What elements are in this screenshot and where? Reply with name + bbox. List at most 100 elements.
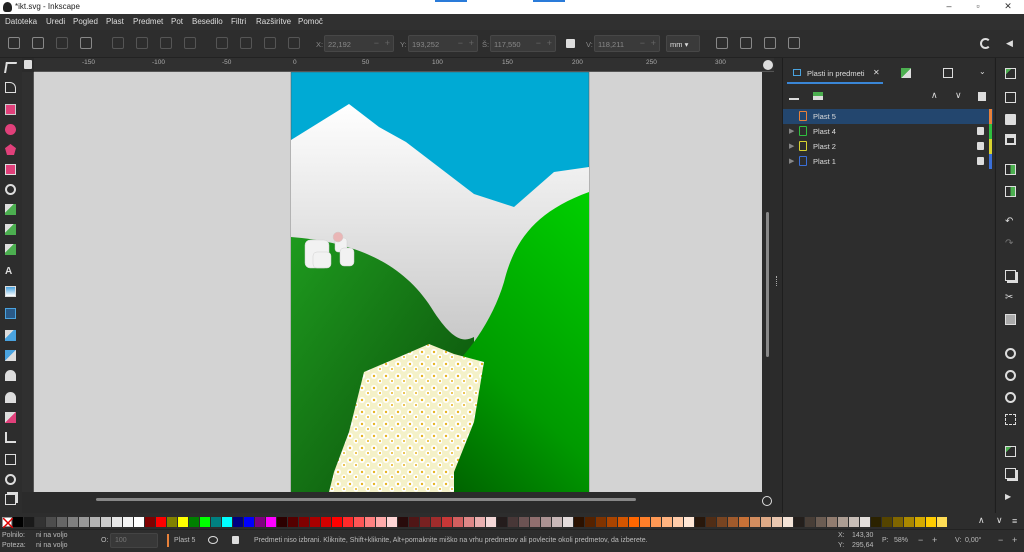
menu-layer[interactable]: Plast — [106, 17, 124, 26]
color-swatch[interactable] — [904, 517, 914, 527]
vertical-scrollbar[interactable] — [762, 72, 774, 492]
color-swatch[interactable] — [530, 517, 540, 527]
color-swatch[interactable] — [607, 517, 617, 527]
menu-text[interactable]: Besedilo — [192, 17, 223, 26]
select-all-icon[interactable] — [8, 37, 20, 49]
horizontal-scrollbar[interactable] — [34, 492, 762, 504]
spray-tool-icon[interactable] — [5, 392, 16, 403]
flip-horizontal-icon[interactable] — [160, 37, 172, 49]
color-swatch[interactable] — [794, 517, 804, 527]
flip-vertical-icon[interactable] — [184, 37, 196, 49]
raise-to-top-icon[interactable] — [216, 37, 228, 49]
color-swatch[interactable] — [68, 517, 78, 527]
mesh-tool-icon[interactable] — [5, 308, 16, 319]
export-icon[interactable] — [1005, 186, 1016, 197]
zoom-page-width-icon[interactable] — [1005, 414, 1016, 425]
color-swatch[interactable] — [123, 517, 133, 527]
color-swatch[interactable] — [321, 517, 331, 527]
color-swatch[interactable] — [398, 517, 408, 527]
zoom-value[interactable]: 58% — [894, 537, 908, 544]
paste-icon[interactable] — [1005, 314, 1016, 325]
zoom-corner-icon[interactable] — [763, 60, 773, 70]
redo-icon[interactable]: ↷ — [1005, 238, 1016, 249]
color-swatch[interactable] — [662, 517, 672, 527]
color-swatch[interactable] — [277, 517, 287, 527]
delete-layer-icon[interactable] — [978, 92, 986, 101]
color-manage-icon[interactable] — [762, 496, 772, 506]
zoom-plus[interactable]: + — [932, 535, 937, 545]
layer-lock-icon[interactable] — [232, 536, 239, 544]
close-icon[interactable]: ✕ — [1001, 1, 1015, 13]
color-swatch[interactable] — [541, 517, 551, 527]
zoom-minus[interactable]: − — [918, 535, 923, 545]
copy-icon[interactable] — [1005, 270, 1016, 281]
zoom-tool-icon[interactable] — [5, 474, 16, 485]
more-commands-icon[interactable]: ▶ — [1005, 492, 1016, 503]
color-swatch[interactable] — [618, 517, 628, 527]
expand-icon[interactable]: ▶ — [789, 142, 794, 150]
color-swatch[interactable] — [816, 517, 826, 527]
ellipse-tool-icon[interactable] — [5, 124, 16, 135]
color-swatch[interactable] — [431, 517, 441, 527]
paint-bucket-tool-icon[interactable] — [5, 350, 16, 361]
duplicate-icon[interactable] — [1005, 446, 1016, 457]
color-swatch[interactable] — [651, 517, 661, 527]
color-swatch[interactable] — [442, 517, 452, 527]
color-swatch[interactable] — [354, 517, 364, 527]
lower-to-bottom-icon[interactable] — [288, 37, 300, 49]
rectangle-tool-icon[interactable] — [5, 104, 16, 115]
color-swatch[interactable] — [332, 517, 342, 527]
color-swatch[interactable] — [915, 517, 925, 527]
new-document-icon[interactable] — [1005, 68, 1016, 79]
color-swatch[interactable] — [343, 517, 353, 527]
lower-icon[interactable] — [264, 37, 276, 49]
zoom-drawing-icon[interactable] — [1005, 370, 1016, 381]
pencil-tool-icon[interactable] — [5, 224, 16, 235]
color-swatch[interactable] — [409, 517, 419, 527]
expand-icon[interactable]: ▶ — [789, 157, 794, 165]
dock-handle[interactable] — [776, 276, 778, 286]
color-swatch[interactable] — [112, 517, 122, 527]
visibility-icon[interactable] — [208, 536, 218, 544]
menu-filters[interactable]: Filtri — [231, 17, 246, 26]
rotate-plus[interactable]: + — [1012, 535, 1017, 545]
opacity-field[interactable]: 100 — [110, 533, 158, 548]
calligraphy-tool-icon[interactable] — [5, 244, 16, 255]
y-field[interactable]: 193,252− + — [408, 35, 478, 52]
dropper-tool-icon[interactable] — [5, 330, 16, 341]
color-swatch[interactable] — [167, 517, 177, 527]
snap-menu-icon[interactable]: ◀ — [1006, 38, 1013, 49]
color-swatch[interactable] — [519, 517, 529, 527]
color-swatch[interactable] — [255, 517, 265, 527]
tab-layers-objects[interactable]: Plasti in predmeti ✕ — [787, 62, 883, 84]
color-swatch[interactable] — [706, 517, 716, 527]
scale-corners-icon[interactable] — [740, 37, 752, 49]
palette-menu-icon[interactable]: ≡ — [1012, 516, 1017, 526]
layer-color[interactable] — [989, 124, 992, 139]
close-tab-icon[interactable]: ✕ — [873, 68, 880, 77]
color-swatch[interactable] — [475, 517, 485, 527]
move-gradients-icon[interactable] — [764, 37, 776, 49]
guide-lock-icon[interactable] — [24, 60, 32, 69]
print-icon[interactable] — [1005, 134, 1016, 145]
layer-row[interactable]: Plast 5 — [783, 109, 993, 124]
menu-object[interactable]: Predmet — [133, 17, 163, 26]
menu-edit[interactable]: Uredi — [46, 17, 65, 26]
color-swatch[interactable] — [926, 517, 936, 527]
color-swatch[interactable] — [79, 517, 89, 527]
color-swatch[interactable] — [684, 517, 694, 527]
color-swatch[interactable] — [937, 517, 947, 527]
text-tool-icon[interactable]: A — [5, 266, 16, 277]
color-swatch[interactable] — [299, 517, 309, 527]
connector-tool-icon[interactable] — [5, 432, 16, 443]
color-swatch[interactable] — [365, 517, 375, 527]
menu-view[interactable]: Pogled — [73, 17, 98, 26]
color-swatch[interactable] — [508, 517, 518, 527]
add-sublayer-icon[interactable] — [813, 92, 823, 100]
layer-row[interactable]: ▶ Plast 1 — [783, 154, 993, 169]
pen-tool-icon[interactable] — [5, 204, 16, 215]
color-swatch[interactable] — [629, 517, 639, 527]
expand-icon[interactable]: ▶ — [789, 127, 794, 135]
height-field[interactable]: 118,211− + — [594, 35, 660, 52]
color-swatch[interactable] — [310, 517, 320, 527]
